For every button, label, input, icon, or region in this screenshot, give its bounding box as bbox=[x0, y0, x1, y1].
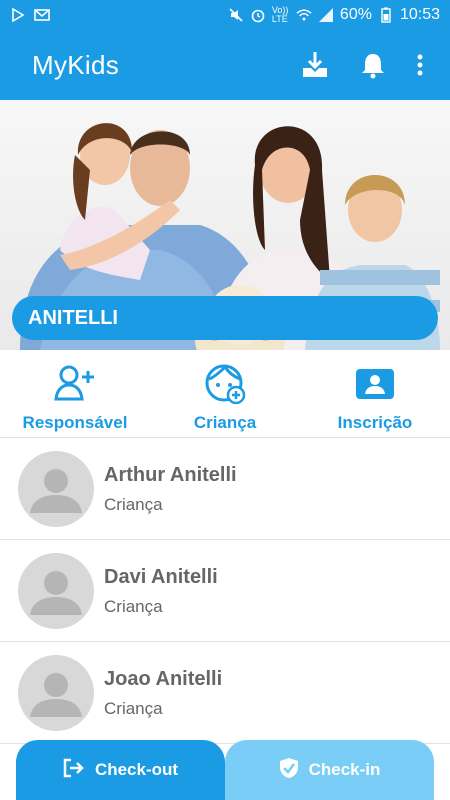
inscricao-label: Inscrição bbox=[337, 413, 413, 432]
app-title: MyKids bbox=[32, 49, 120, 80]
shield-check-icon bbox=[279, 757, 299, 784]
checkin-button[interactable]: Check-in bbox=[225, 740, 434, 800]
bottom-action-bar: Check-out Check-in bbox=[16, 740, 434, 800]
avatar bbox=[18, 553, 94, 629]
checkout-label: Check-out bbox=[94, 760, 179, 779]
alarm-icon bbox=[250, 7, 266, 23]
avatar bbox=[18, 655, 94, 731]
mail-icon bbox=[34, 7, 50, 23]
child-add-icon bbox=[203, 361, 247, 405]
add-crianca-button[interactable]: Criança bbox=[150, 355, 300, 433]
bell-icon[interactable] bbox=[360, 51, 386, 79]
child-name: Davi Anitelli bbox=[104, 566, 218, 588]
list-item[interactable]: Arthur Anitelli Criança bbox=[0, 438, 450, 540]
child-role: Criança bbox=[104, 495, 163, 514]
add-person-icon bbox=[53, 361, 97, 405]
child-name: Arthur Anitelli bbox=[104, 464, 237, 486]
more-vert-icon[interactable] bbox=[416, 53, 424, 77]
battery-icon bbox=[378, 7, 394, 23]
add-responsavel-label: Responsável bbox=[22, 413, 128, 432]
quick-actions: Responsável Criança Inscrição bbox=[0, 355, 450, 437]
id-card-icon bbox=[353, 361, 397, 405]
exit-icon bbox=[63, 758, 85, 783]
status-bar: Vo)) LTE 60% 10:53 bbox=[0, 0, 450, 30]
download-icon[interactable] bbox=[300, 50, 330, 80]
checkin-label: Check-in bbox=[308, 760, 381, 779]
list-item[interactable]: Joao Anitelli Criança bbox=[0, 642, 450, 744]
clock: 10:53 bbox=[399, 6, 440, 23]
volte-indicator: Vo)) LTE bbox=[271, 5, 289, 24]
play-store-icon bbox=[10, 7, 26, 23]
avatar bbox=[18, 451, 94, 527]
inscricao-button[interactable]: Inscrição bbox=[300, 355, 450, 433]
children-list: Arthur Anitelli Criança Davi Anitelli Cr… bbox=[0, 438, 450, 744]
wifi-icon bbox=[296, 7, 312, 23]
battery-percent: 60% bbox=[339, 6, 372, 23]
checkout-button[interactable]: Check-out bbox=[16, 740, 225, 800]
family-name-banner: ANITELLI bbox=[12, 296, 438, 340]
signal-icon bbox=[318, 7, 334, 23]
child-role: Criança bbox=[104, 699, 163, 718]
mute-icon bbox=[228, 7, 244, 23]
add-crianca-label: Criança bbox=[193, 413, 257, 432]
add-responsavel-button[interactable]: Responsável bbox=[0, 355, 150, 433]
app-bar: MyKids bbox=[0, 30, 450, 100]
child-role: Criança bbox=[104, 597, 163, 616]
list-item[interactable]: Davi Anitelli Criança bbox=[0, 540, 450, 642]
child-name: Joao Anitelli bbox=[104, 668, 223, 690]
